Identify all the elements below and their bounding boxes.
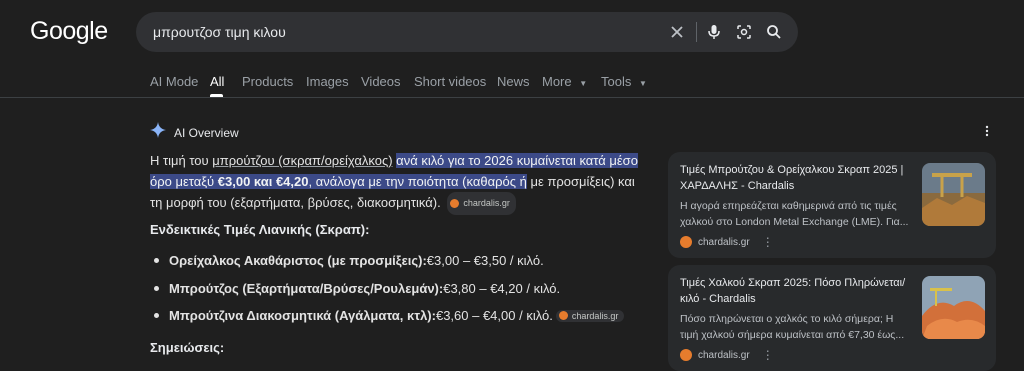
bullet-text: €3,00 – €3,50 / κιλό. — [426, 253, 544, 268]
bullet-bold: Ορείχαλκος Ακαθάριστος (με προσμίξεις): — [169, 253, 427, 268]
bullet-text: €3,60 – €4,00 / κιλό. — [435, 308, 553, 323]
card-thumbnail[interactable] — [922, 163, 985, 226]
tab-all[interactable]: All — [210, 74, 224, 89]
para-highlight-end: , ανάλογα με την ποιότητα (καθαρός ή — [308, 174, 527, 189]
source-card[interactable]: Τιμές Μπρούτζου & Ορείχαλκου Σκραπ 2025 … — [668, 152, 996, 258]
card-description: Η αγορά επηρεάζεται καθημερινά από τις τ… — [680, 200, 909, 228]
tab-more[interactable]: More ▼ — [542, 74, 587, 89]
caret-down-icon: ▼ — [579, 79, 588, 88]
tab-tools[interactable]: Tools ▼ — [601, 74, 647, 89]
para-highlight-bold: €3,00 και €4,20 — [217, 174, 309, 189]
bullet-bold: Μπρούτζινα Διακοσμητικά (Αγάλματα, κτλ): — [169, 308, 436, 323]
ai-overview-title: AI Overview — [174, 125, 239, 140]
card-source-label: chardalis.gr — [698, 236, 750, 248]
tab-ai-mode[interactable]: AI Mode — [150, 74, 198, 89]
chardalis-favicon-icon — [450, 199, 460, 209]
card-menu-icon[interactable]: ⋮ — [762, 235, 774, 249]
source-card[interactable]: Τιμές Χαλκού Σκραπ 2025: Πόσο Πληρώνεται… — [668, 265, 996, 371]
tab-news[interactable]: News — [497, 74, 530, 89]
list-item: Μπρούτζος (Εξαρτήματα/Βρύσες/Ρουλεμάν): … — [150, 281, 560, 296]
header-divider — [0, 97, 1024, 98]
card-thumbnail[interactable] — [922, 276, 985, 339]
bullet-icon — [154, 313, 159, 318]
tab-products[interactable]: Products — [242, 74, 293, 89]
clear-icon[interactable] — [667, 22, 687, 42]
lens-icon[interactable] — [734, 22, 754, 42]
tab-tools-label: Tools — [601, 74, 632, 89]
chardalis-favicon-icon — [558, 311, 568, 320]
overview-paragraph: Η τιμή του μπρούτζου (σκραπ/ορείχαλκος) … — [150, 150, 645, 216]
card-title[interactable]: Τιμές Μπρούτζου & Ορείχαλκου Σκραπ 2025 … — [680, 162, 908, 194]
bullet-text: €3,80 – €4,20 / κιλό. — [443, 281, 561, 296]
section-heading-prices: Ενδεικτικές Τιμές Λιανικής (Σκραπ): — [150, 222, 370, 237]
chardalis-favicon-icon — [680, 349, 692, 361]
card-source-label: chardalis.gr — [698, 349, 750, 361]
bullet-icon — [154, 258, 159, 263]
tab-images[interactable]: Images — [306, 74, 349, 89]
source-chip-label: chardalis.gr — [571, 310, 619, 321]
ai-overview-header: AI Overview — [150, 122, 239, 143]
search-box[interactable]: μπρουτζοσ τιμη κιλου — [136, 12, 798, 52]
tab-videos[interactable]: Videos — [361, 74, 401, 89]
source-chip[interactable]: chardalis.gr — [447, 192, 516, 216]
card-title[interactable]: Τιμές Χαλκού Σκραπ 2025: Πόσο Πληρώνεται… — [680, 275, 908, 307]
google-logo[interactable]: Google — [30, 17, 108, 46]
source-chip-label: chardalis.gr — [463, 198, 510, 209]
para-text: Η τιμή του — [150, 153, 213, 168]
list-item: Μπρούτζινα Διακοσμητικά (Αγάλματα, κτλ):… — [150, 308, 625, 323]
chardalis-favicon-icon — [680, 236, 692, 248]
section-heading-notes: Σημειώσεις: — [150, 340, 225, 355]
card-description: Πόσο πληρώνεται ο χαλκός το κιλό σήμερα;… — [680, 313, 905, 341]
para-link[interactable]: μπρούτζου (σκραπ/ορείχαλκος) — [212, 153, 392, 168]
tab-more-label: More — [542, 74, 572, 89]
list-item: Ορείχαλκος Ακαθάριστος (με προσμίξεις): … — [150, 253, 544, 268]
bullet-bold: Μπρούτζος (Εξαρτήματα/Βρύσες/Ρουλεμάν): — [169, 281, 444, 296]
caret-down-icon: ▼ — [638, 79, 647, 88]
search-input[interactable]: μπρουτζοσ τιμη κιλου — [153, 24, 286, 40]
bullet-icon — [154, 286, 159, 291]
search-icon[interactable] — [764, 22, 784, 42]
card-source: chardalis.gr ⋮ — [680, 348, 774, 362]
sparkle-icon — [150, 122, 166, 143]
microphone-icon[interactable] — [704, 22, 724, 42]
card-source: chardalis.gr ⋮ — [680, 235, 774, 249]
source-chip[interactable]: chardalis.gr — [555, 309, 625, 322]
card-menu-icon[interactable]: ⋮ — [762, 348, 774, 362]
more-options-icon[interactable] — [985, 124, 989, 142]
search-divider — [696, 22, 697, 42]
tab-short-videos[interactable]: Short videos — [414, 74, 486, 89]
